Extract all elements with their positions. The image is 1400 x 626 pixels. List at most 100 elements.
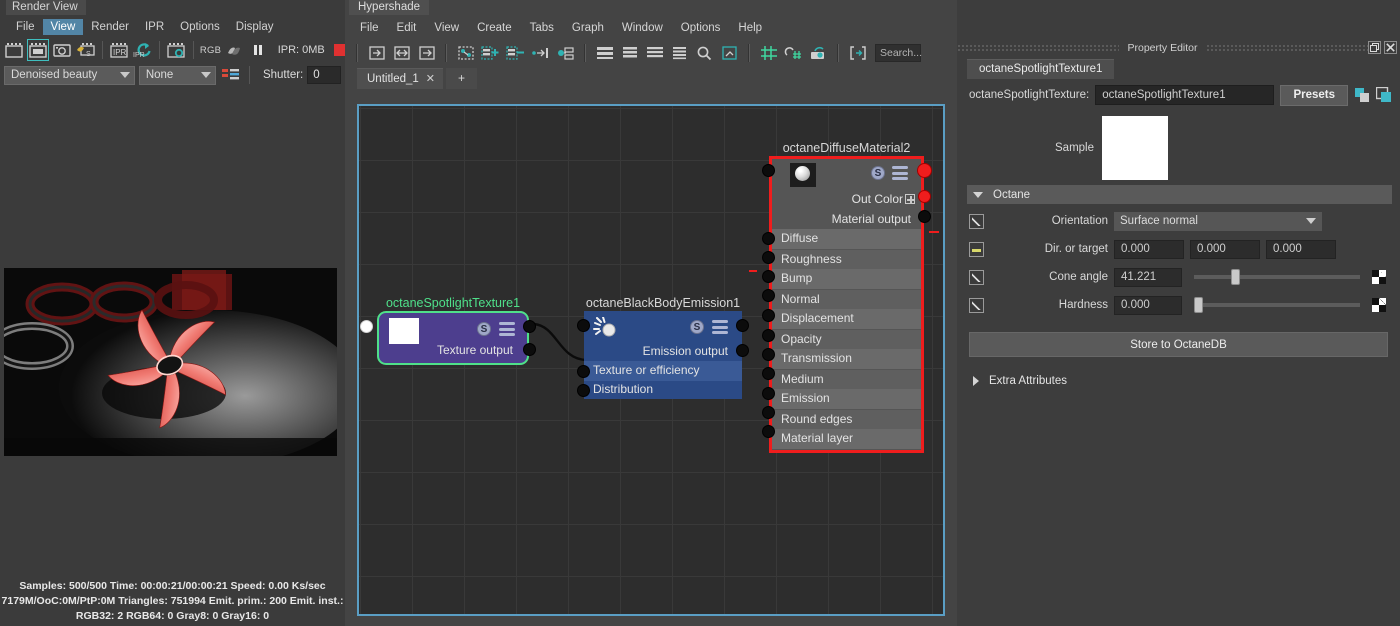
menu-window[interactable]: Window	[613, 20, 672, 36]
grid-snap-icon[interactable]	[757, 42, 780, 64]
port-out-spot-top[interactable]	[523, 320, 536, 333]
camera-dropdown[interactable]: None	[138, 65, 217, 85]
snap-to-grid-icon[interactable]	[782, 42, 805, 64]
slider-handle[interactable]	[1230, 269, 1240, 285]
render-sequence-icon[interactable]: S	[75, 40, 96, 60]
node-attr-lines-icon[interactable]	[499, 322, 515, 336]
cone-angle-texture-button[interactable]	[1372, 270, 1386, 284]
menu-create[interactable]: Create	[468, 20, 521, 36]
drag-grip-right[interactable]	[1205, 43, 1368, 52]
drag-grip-left[interactable]	[957, 43, 1120, 52]
port-in-spot[interactable]	[360, 320, 373, 333]
rgb-label[interactable]: RGB	[200, 45, 222, 56]
attr-anim-toggle[interactable]	[969, 297, 984, 313]
node-body[interactable]: S Out Color Material output Diffuse Roug…	[762, 156, 932, 453]
layout-horizontal-4-icon[interactable]	[668, 42, 691, 64]
slider-handle[interactable]	[1194, 297, 1203, 313]
node-attr-lines-icon[interactable]	[712, 320, 728, 334]
presets-button[interactable]: Presets	[1280, 84, 1348, 106]
add-tab-button[interactable]: +	[446, 68, 478, 89]
rearrange-graph-icon[interactable]	[454, 42, 477, 64]
close-icon[interactable]	[1384, 41, 1397, 54]
render-frame-icon[interactable]	[26, 39, 50, 61]
layout-horizontal-3-icon[interactable]	[643, 42, 666, 64]
menu-tabs[interactable]: Tabs	[521, 20, 563, 36]
port-in-diffuse-top[interactable]	[762, 164, 775, 177]
orientation-dropdown[interactable]: Surface normal	[1114, 211, 1322, 231]
show-upstream-icon[interactable]	[529, 42, 552, 64]
port-out-diffuse-top[interactable]	[917, 163, 932, 178]
show-downstream-icon[interactable]	[554, 42, 577, 64]
port-out-out-color[interactable]	[918, 190, 931, 203]
attr-anim-toggle[interactable]	[969, 269, 984, 285]
node-name-input[interactable]: octaneSpotlightTexture1	[1095, 85, 1275, 105]
graph-output-connections-icon[interactable]	[415, 42, 438, 64]
port-in-texture-or-efficiency[interactable]	[577, 365, 590, 378]
store-to-octanedb-button[interactable]: Store to OctaneDB	[969, 332, 1388, 357]
attr-anim-toggle[interactable]	[969, 213, 984, 229]
node-badge-s[interactable]: S	[871, 166, 885, 180]
menu-render[interactable]: Render	[83, 19, 137, 35]
copy-tab-icon[interactable]	[1375, 86, 1392, 103]
menu-graph[interactable]: Graph	[563, 20, 613, 36]
menu-options[interactable]: Options	[672, 20, 730, 36]
node-body[interactable]: S Texture output	[360, 311, 536, 365]
menu-view[interactable]: View	[425, 20, 468, 36]
zoom-search-icon[interactable]	[693, 42, 716, 64]
node-octane-blackbody-emission1[interactable]: octaneBlackBodyEmission1 S Emission outp…	[577, 296, 749, 399]
close-icon[interactable]: ✕	[426, 72, 435, 85]
ipr-render-region-icon[interactable]: IPR	[109, 40, 130, 60]
menu-ipr[interactable]: IPR	[137, 19, 172, 35]
menu-help[interactable]: Help	[729, 20, 771, 36]
dir-x-input[interactable]: 0.000	[1114, 239, 1184, 259]
node-attr-lines-icon[interactable]	[892, 166, 908, 180]
port-in-normal[interactable]	[762, 289, 775, 302]
fit-view-icon[interactable]	[846, 42, 869, 64]
port-in-distribution[interactable]	[577, 384, 590, 397]
hardness-input[interactable]: 0.000	[1114, 295, 1182, 315]
stop-render-button[interactable]	[333, 44, 346, 56]
material-preview-swatch[interactable]	[790, 163, 816, 187]
frame-all-icon[interactable]	[718, 42, 741, 64]
port-in-emission[interactable]	[762, 387, 775, 400]
tab-octane-spotlight-texture1[interactable]: octaneSpotlightTexture1	[967, 59, 1115, 79]
menu-view[interactable]: View	[42, 19, 84, 35]
shutter-input[interactable]: 0	[307, 66, 341, 84]
menu-file[interactable]: File	[8, 19, 43, 35]
render-pass-dropdown[interactable]: Denoised beauty	[4, 65, 135, 85]
port-in-medium[interactable]	[762, 367, 775, 380]
menu-display[interactable]: Display	[228, 19, 282, 35]
port-in-round-edges[interactable]	[762, 406, 775, 419]
attr-anim-toggle[interactable]	[969, 241, 984, 257]
menu-edit[interactable]: Edit	[388, 20, 426, 36]
menu-file[interactable]: File	[351, 20, 388, 36]
display-channels-icon[interactable]	[220, 65, 242, 85]
port-in-opacity[interactable]	[762, 329, 775, 342]
render-region-icon[interactable]	[4, 40, 25, 60]
node-graph-canvas[interactable]: octaneSpotlightTexture1 S Texture output…	[357, 104, 945, 616]
node-badge-s[interactable]: S	[690, 320, 704, 334]
section-octane[interactable]: Octane	[967, 185, 1392, 204]
node-body[interactable]: S Emission output Texture or efficiency …	[577, 311, 749, 399]
node-badge-s[interactable]: S	[477, 322, 491, 336]
snapshot-icon[interactable]	[51, 40, 72, 60]
port-in-transmission[interactable]	[762, 348, 775, 361]
alpha-toggle-icon[interactable]	[224, 40, 245, 60]
camera-snapshot-icon[interactable]	[807, 42, 830, 64]
hardness-slider[interactable]	[1194, 297, 1360, 313]
port-out-bb-top[interactable]	[736, 319, 749, 332]
pause-icon[interactable]	[248, 40, 269, 60]
menu-options[interactable]: Options	[172, 19, 228, 35]
property-editor-titlebar[interactable]: Property Editor	[957, 38, 1400, 57]
cone-angle-slider[interactable]	[1194, 269, 1360, 285]
node-octane-spotlight-texture1[interactable]: octaneSpotlightTexture1 S Texture output	[360, 296, 536, 365]
layout-horizontal-2-icon[interactable]	[618, 42, 641, 64]
cone-angle-input[interactable]: 41.221	[1114, 267, 1182, 287]
add-selected-to-graph-icon[interactable]	[479, 42, 502, 64]
search-input[interactable]: Search...	[875, 44, 922, 62]
render-settings-icon[interactable]	[166, 40, 187, 60]
port-in-bb-top[interactable]	[577, 319, 590, 332]
render-view-canvas[interactable]	[0, 90, 345, 566]
hardness-texture-button[interactable]	[1372, 298, 1386, 312]
port-in-roughness[interactable]	[762, 251, 775, 264]
